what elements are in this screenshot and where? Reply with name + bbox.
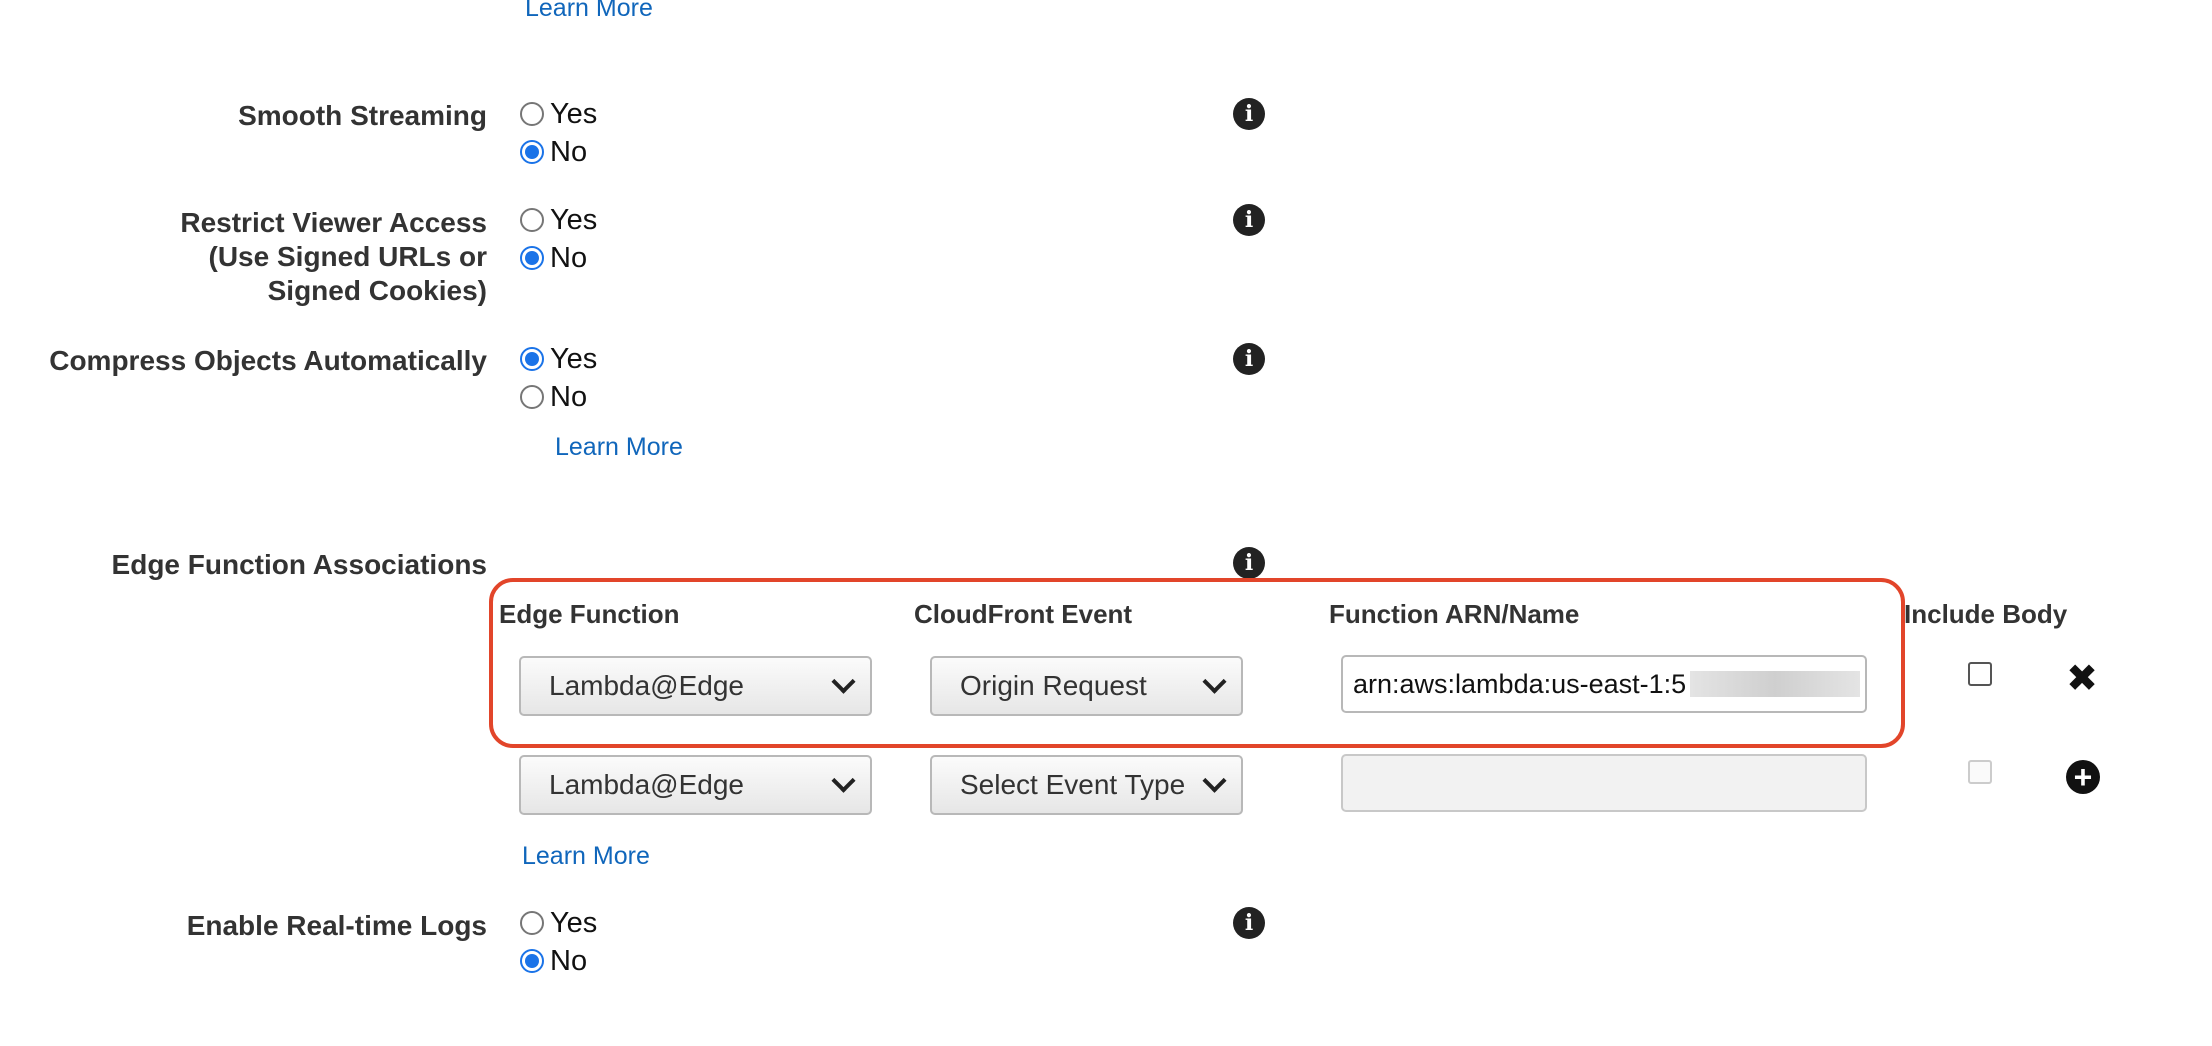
edge-function-learn-more-link[interactable]: Learn More — [522, 842, 650, 871]
row-1-include-body-checkbox[interactable] — [1968, 662, 1992, 686]
compress-objects-no-label: No — [550, 380, 588, 413]
restrict-viewer-access-yes-option[interactable]: Yes — [520, 201, 597, 239]
column-header-include-body: Include Body — [1904, 599, 2068, 629]
restrict-viewer-access-label-line-2: (Use Signed URLs or — [208, 241, 487, 272]
compress-objects-no-option[interactable]: No — [520, 378, 587, 416]
row-2-event-value: Select Event Type — [960, 769, 1186, 800]
row-1-edge-function-value: Lambda@Edge — [549, 670, 745, 701]
smooth-streaming-no-option[interactable]: No — [520, 133, 587, 171]
top-learn-more-link[interactable]: Learn More — [525, 0, 653, 23]
chevron-down-icon — [1202, 768, 1227, 793]
row-2-event-select[interactable]: Select Event Type — [930, 755, 1243, 815]
smooth-streaming-label: Smooth Streaming — [238, 100, 487, 131]
restrict-viewer-access-no-option[interactable]: No — [520, 239, 587, 277]
row-1-function-arn-input[interactable]: arn:aws:lambda:us-east-1:5 — [1341, 655, 1867, 713]
smooth-streaming-yes-label: Yes — [550, 97, 598, 130]
compress-objects-yes-option[interactable]: Yes — [520, 340, 597, 378]
compress-objects-yes-radio[interactable] — [520, 347, 544, 371]
smooth-streaming-no-label: No — [550, 135, 588, 168]
chevron-down-icon — [831, 768, 856, 793]
add-icon[interactable]: + — [2066, 760, 2100, 794]
compress-objects-no-radio[interactable] — [520, 385, 544, 409]
realtime-logs-label: Enable Real-time Logs — [186, 910, 487, 941]
restrict-viewer-access-yes-radio[interactable] — [520, 208, 544, 232]
row-2-function-arn-input[interactable] — [1341, 754, 1867, 812]
row-2-include-body-checkbox[interactable] — [1968, 760, 1992, 784]
row-1-event-value: Origin Request — [960, 670, 1147, 701]
realtime-logs-no-label: No — [550, 944, 588, 977]
edge-function-associations-label: Edge Function Associations — [111, 549, 487, 580]
row-1-function-arn-value: arn:aws:lambda:us-east-1:5 — [1353, 668, 1687, 699]
compress-objects-learn-more-link[interactable]: Learn More — [555, 433, 683, 462]
edge-function-associations-info-icon[interactable]: i — [1233, 547, 1265, 579]
row-1-event-select[interactable]: Origin Request — [930, 656, 1243, 716]
column-header-edge-function: Edge Function — [499, 599, 680, 629]
realtime-logs-no-radio[interactable] — [520, 949, 544, 973]
row-1-edge-function-select[interactable]: Lambda@Edge — [519, 656, 872, 716]
compress-objects-label: Compress Objects Automatically — [49, 345, 487, 376]
compress-objects-info-icon[interactable]: i — [1233, 343, 1265, 375]
restrict-viewer-access-label-line-3: Signed Cookies) — [267, 275, 487, 306]
smooth-streaming-yes-radio[interactable] — [520, 102, 544, 126]
restrict-viewer-access-label-line-1: Restrict Viewer Access — [180, 207, 487, 238]
row-2-edge-function-value: Lambda@Edge — [549, 769, 745, 800]
chevron-down-icon — [831, 669, 856, 694]
chevron-down-icon — [1202, 669, 1227, 694]
smooth-streaming-yes-option[interactable]: Yes — [520, 95, 597, 133]
restrict-viewer-access-yes-label: Yes — [550, 203, 598, 236]
realtime-logs-yes-radio[interactable] — [520, 911, 544, 935]
row-2-edge-function-select[interactable]: Lambda@Edge — [519, 755, 872, 815]
redacted-account-id — [1690, 671, 1861, 697]
restrict-viewer-access-info-icon[interactable]: i — [1233, 204, 1265, 236]
realtime-logs-yes-label: Yes — [550, 906, 598, 939]
remove-icon[interactable]: ✖ — [2062, 660, 2102, 698]
restrict-viewer-access-no-label: No — [550, 241, 588, 274]
smooth-streaming-info-icon[interactable]: i — [1233, 98, 1265, 130]
column-header-function-arn: Function ARN/Name — [1329, 599, 1580, 629]
realtime-logs-info-icon[interactable]: i — [1233, 907, 1265, 939]
column-header-cloudfront-event: CloudFront Event — [914, 599, 1133, 629]
realtime-logs-no-option[interactable]: No — [520, 942, 587, 980]
compress-objects-yes-label: Yes — [550, 342, 598, 375]
smooth-streaming-no-radio[interactable] — [520, 140, 544, 164]
restrict-viewer-access-no-radio[interactable] — [520, 246, 544, 270]
realtime-logs-yes-option[interactable]: Yes — [520, 904, 597, 942]
